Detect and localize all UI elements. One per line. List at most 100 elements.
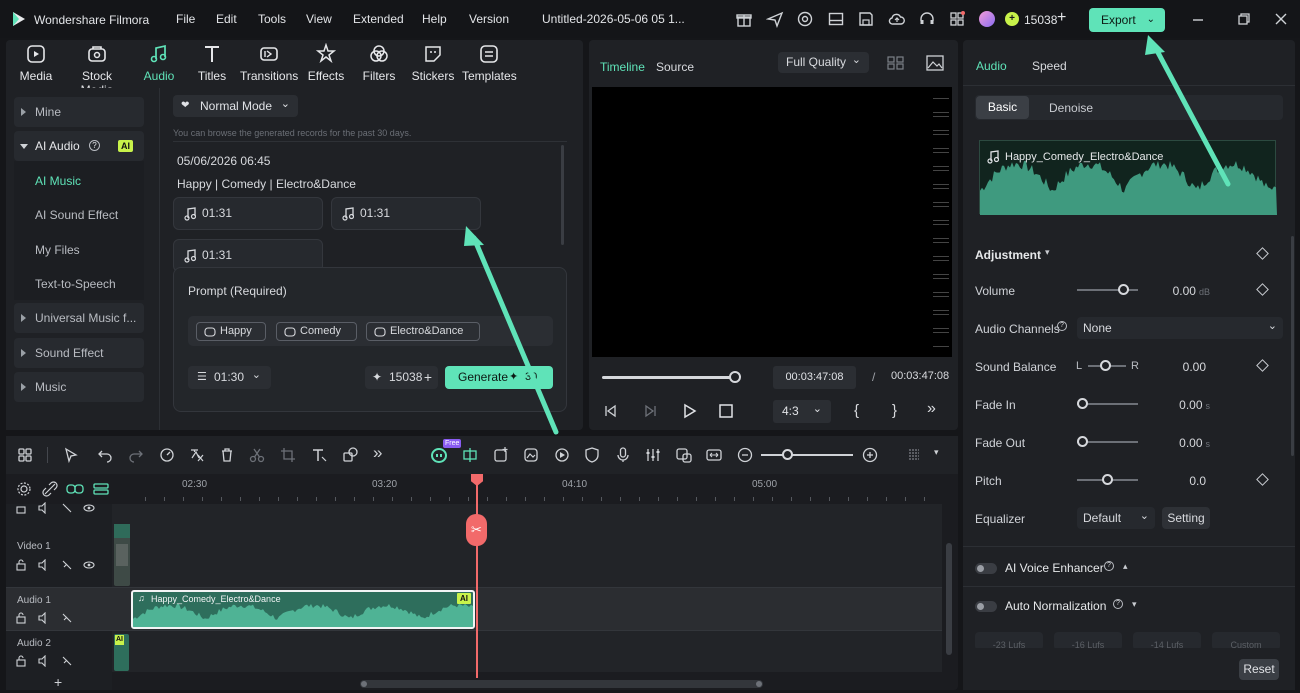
menu-view[interactable]: View [306,12,332,26]
tag-happy[interactable]: Happy [196,322,266,341]
menu-extended[interactable]: Extended [353,12,404,26]
help-icon[interactable]: ? [1104,561,1114,571]
crop-icon[interactable] [279,446,297,464]
speed-icon[interactable] [158,446,176,464]
split-scene-icon[interactable] [461,446,479,464]
lock-icon[interactable] [15,655,27,667]
menu-file[interactable]: File [176,12,195,26]
inspector-scrollbar[interactable] [1291,236,1294,456]
add-media-icon[interactable] [492,446,510,464]
timeline-horizontal-scrollbar[interactable] [360,680,763,688]
pitch-knob[interactable] [1102,474,1113,485]
unlink-icon[interactable] [42,481,58,497]
zoom-slider[interactable] [761,454,853,456]
tab-filters[interactable]: Filters [360,43,398,83]
tab-effects[interactable]: Effects [306,43,346,83]
credits-chip[interactable]: ✦ 15038 + [365,366,438,389]
menu-tools[interactable]: Tools [258,12,286,26]
audio-clip-small[interactable]: AI [114,634,129,671]
ai-voice-enhancer-toggle[interactable] [975,563,997,574]
chevron-down-icon[interactable]: ▾ [1045,247,1050,258]
drag-handle-icon[interactable] [905,446,923,464]
mute-sync-icon[interactable] [61,655,73,667]
lock-icon[interactable] [15,502,27,514]
layout-icon[interactable] [827,10,845,28]
sidebar-item-ai-music[interactable]: AI Music [14,166,144,196]
tab-stickers[interactable]: Stickers [410,43,456,83]
tab-titles[interactable]: Titles [194,43,230,83]
fit-icon[interactable] [705,446,723,464]
chevron-down-icon[interactable]: ▾ [1132,599,1137,610]
tab-templates[interactable]: Templates [462,43,517,83]
generate-button[interactable]: Generate ✦ 30 [445,366,553,389]
tab-source[interactable]: Source [656,60,694,74]
minimize-icon[interactable] [1189,10,1207,28]
scrollbar[interactable] [561,145,564,245]
translate-icon[interactable] [188,446,206,464]
sidebar-item-mine[interactable]: Mine [14,97,144,127]
aspect-ratio-select[interactable]: 4:3 ⌄ [773,400,831,423]
tab-inspector-audio[interactable]: Audio [976,59,1007,73]
restore-icon[interactable] [1235,10,1253,28]
settings-gear-icon[interactable] [16,481,32,497]
tag-comedy[interactable]: Comedy [276,322,357,341]
mark-in-icon[interactable]: { [854,402,859,419]
help-icon[interactable]: ? [89,140,100,151]
auto-normalization-toggle[interactable] [975,601,997,612]
current-time[interactable]: 00:03:47:08 [773,366,856,389]
audio-channels-select[interactable]: None ⌄ [1077,317,1283,339]
reset-button[interactable]: Reset [1239,659,1279,680]
menu-help[interactable]: Help [422,12,447,26]
video-clip-thumbnail[interactable] [114,524,130,586]
add-credits-icon[interactable]: + [1057,9,1066,27]
speaker-icon[interactable] [37,655,49,667]
replace-icon[interactable] [675,446,693,464]
play-icon[interactable] [680,402,698,420]
apps-grid-icon[interactable] [948,10,966,28]
playback-knob[interactable] [729,371,741,383]
shield-icon[interactable] [583,446,601,464]
sidebar-item-sound-effect[interactable]: Sound Effect [14,338,144,368]
tab-audio[interactable]: Audio [140,43,178,83]
video-preview[interactable] [592,87,930,357]
generated-clip-1[interactable]: 01:31 [173,197,323,230]
tab-timeline[interactable]: Timeline [600,60,645,74]
shapes-icon[interactable] [341,446,359,464]
eye-icon[interactable] [83,502,95,514]
equalizer-select[interactable]: Default ⌄ [1077,507,1155,529]
chevron-down-icon[interactable]: ▾ [934,447,939,458]
sidebar-item-universal-music[interactable]: Universal Music f... [14,303,144,333]
zoom-out-icon[interactable] [736,446,754,464]
mute-sync-icon[interactable] [61,502,73,514]
menu-version[interactable]: Version [469,12,509,26]
playback-progress[interactable] [602,376,735,379]
link-icon[interactable] [66,481,84,497]
gift-icon[interactable] [735,10,753,28]
layout-grid-icon[interactable] [16,446,34,464]
sidebar-item-my-files[interactable]: My Files [14,235,144,265]
step-back-icon[interactable] [603,403,619,419]
zoom-knob[interactable] [782,449,793,460]
add-track-icon[interactable]: + [54,674,62,690]
quality-select[interactable]: Full Quality ⌄ [778,52,869,73]
timeline-vertical-scrollbar[interactable] [946,543,952,655]
more-icon[interactable]: » [927,400,936,418]
headset-icon[interactable] [918,10,936,28]
send-icon[interactable] [766,10,784,28]
microphone-icon[interactable] [614,446,632,464]
volume-value[interactable]: 0.00 dB [1150,284,1210,298]
generated-clip-2[interactable]: 01:31 [331,197,481,230]
sidebar-item-music[interactable]: Music [14,372,144,402]
menu-edit[interactable]: Edit [216,12,237,26]
export-button[interactable]: Export ⌄ [1089,8,1165,32]
save-icon[interactable] [857,10,875,28]
support-icon[interactable] [796,10,814,28]
chevron-up-icon[interactable]: ▴ [1123,561,1128,572]
sidebar-item-text-to-speech[interactable]: Text-to-Speech [14,269,144,299]
image-edit-icon[interactable] [522,446,540,464]
mode-select[interactable]: ❤ Normal Mode ⌄ [173,95,298,117]
sidebar-item-ai-sound-effect[interactable]: AI Sound Effect [14,200,144,230]
split-scissors-icon[interactable]: ✂ [466,514,487,546]
undo-icon[interactable] [96,446,114,464]
snapshot-icon[interactable] [925,54,945,72]
